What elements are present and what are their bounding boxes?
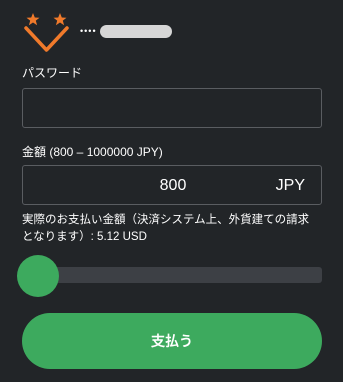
password-label: パスワード <box>22 66 83 80</box>
amount-field[interactable]: 800 JPY <box>22 165 322 205</box>
amount-label: 金額 (800 – 1000000 JPY) <box>22 145 163 159</box>
note-line-2: となります）: 5.12 USD <box>22 231 147 243</box>
pay-button[interactable]: 支払う <box>22 313 322 369</box>
star-v-logo-icon <box>24 13 69 52</box>
username-redacted <box>100 25 172 38</box>
note-line-1: 実際のお支払い金額（決済システム上、外貨建ての請求 <box>22 214 310 226</box>
actual-payment-note: 実際のお支払い金額（決済システム上、外貨建ての請求 となります）: 5.12 U… <box>22 212 327 246</box>
amount-slider-handle[interactable] <box>17 255 59 297</box>
amount-slider-track[interactable] <box>22 267 322 283</box>
username-masked: •••• <box>80 26 97 36</box>
password-field[interactable] <box>22 88 322 128</box>
header: •••• <box>22 10 322 52</box>
amount-currency: JPY <box>275 177 305 194</box>
payment-form: •••• パスワード 金額 (800 – 1000000 JPY) 800 JP… <box>0 0 343 382</box>
